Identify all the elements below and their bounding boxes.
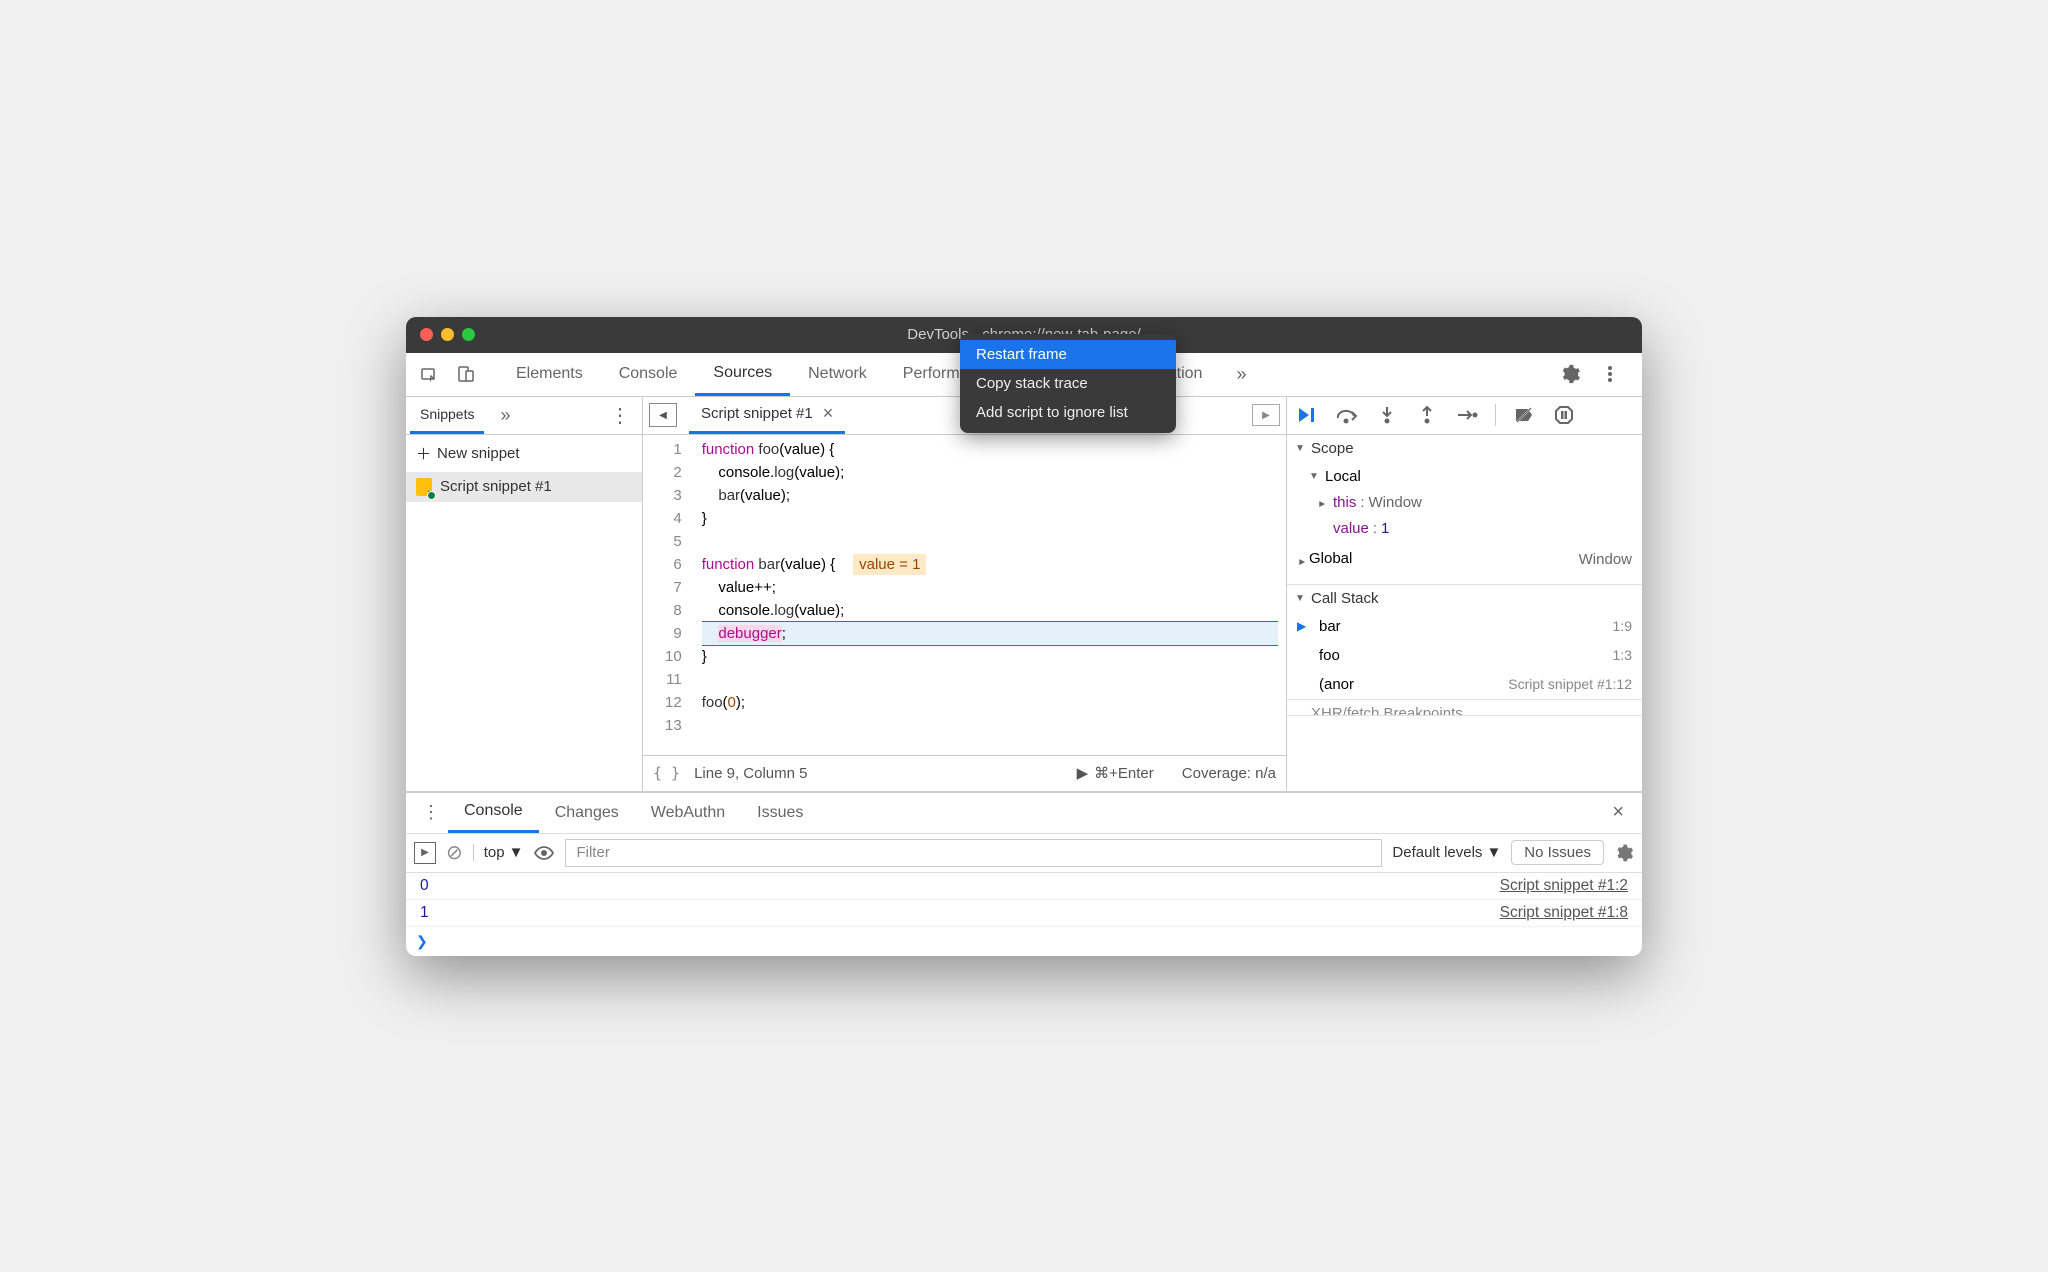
play-icon: ▶ (1077, 764, 1089, 782)
coverage-label: Coverage: n/a (1182, 765, 1276, 782)
drawer-tab-webauthn[interactable]: WebAuthn (635, 793, 741, 833)
resume-button[interactable] (1295, 403, 1319, 427)
sidebar-more-tabs-icon[interactable]: » (492, 405, 602, 426)
live-expression-icon[interactable] (533, 845, 555, 861)
console-log-row[interactable]: 1 Script snippet #1:8 (406, 900, 1642, 927)
ctx-add-ignore-list[interactable]: Add script to ignore list (960, 398, 1176, 427)
sidebar-menu-icon[interactable]: ⋮ (602, 403, 638, 428)
scope-local-row[interactable]: ▼Local (1287, 464, 1642, 490)
navigator-sidebar: Snippets » ⋮ ＋ New snippet Script snippe… (406, 397, 643, 791)
drawer-panel: ⋮ Console Changes WebAuthn Issues × ▶ ⊘ … (406, 791, 1642, 956)
tab-network[interactable]: Network (790, 353, 885, 396)
devtools-window: DevTools - chrome://new-tab-page/ Elemen… (406, 317, 1642, 956)
drawer-tab-console[interactable]: Console (448, 793, 539, 833)
minimize-window-button[interactable] (441, 328, 454, 341)
log-value: 0 (420, 877, 429, 895)
scope-var-value[interactable]: value: 1 (1287, 516, 1642, 542)
console-sidebar-toggle-icon[interactable]: ▶ (414, 842, 436, 864)
device-toolbar-icon[interactable] (448, 356, 484, 392)
ctx-copy-stack-trace[interactable]: Copy stack trace (960, 369, 1176, 398)
deactivate-breakpoints-button[interactable] (1512, 403, 1536, 427)
inspect-element-icon[interactable] (412, 356, 448, 392)
file-tab[interactable]: Script snippet #1 × (689, 397, 845, 434)
debugger-toolbar (1287, 397, 1642, 435)
scope-var-this[interactable]: ▼this: Window (1287, 490, 1642, 516)
tab-elements[interactable]: Elements (498, 353, 601, 396)
sources-panel: Snippets » ⋮ ＋ New snippet Script snippe… (406, 397, 1642, 791)
new-snippet-button[interactable]: ＋ New snippet (406, 435, 642, 472)
pause-on-exceptions-button[interactable] (1552, 403, 1576, 427)
toggle-navigator-icon[interactable]: ◀ (649, 403, 677, 427)
editor-statusbar: { } Line 9, Column 5 ▶ ⌘+Enter Coverage:… (643, 755, 1286, 791)
customize-menu-icon[interactable] (1592, 356, 1628, 392)
toggle-debugger-icon[interactable]: ▶ (1252, 404, 1280, 426)
log-levels-selector[interactable]: Default levels▼ (1392, 844, 1501, 861)
context-selector[interactable]: top▼ (473, 844, 524, 861)
scope-section-header[interactable]: ▼Scope (1287, 435, 1642, 462)
step-out-button[interactable] (1415, 403, 1439, 427)
log-source-link[interactable]: Script snippet #1:2 (1500, 877, 1628, 895)
cursor-position: Line 9, Column 5 (694, 765, 807, 782)
pretty-print-icon[interactable]: { } (653, 764, 680, 782)
snippet-item[interactable]: Script snippet #1 (406, 472, 642, 502)
plus-icon: ＋ (416, 443, 431, 464)
step-into-button[interactable] (1375, 403, 1399, 427)
run-snippet-button[interactable]: ▶ ⌘+Enter (1077, 764, 1154, 782)
close-window-button[interactable] (420, 328, 433, 341)
callstack-frame[interactable]: ▶bar1:9 (1287, 612, 1642, 641)
drawer-menu-icon[interactable]: ⋮ (414, 802, 448, 823)
log-source-link[interactable]: Script snippet #1:8 (1500, 904, 1628, 922)
code-area[interactable]: 12345678910111213 function foo(value) { … (643, 435, 1286, 755)
zoom-window-button[interactable] (462, 328, 475, 341)
code-body[interactable]: function foo(value) { console.log(value)… (694, 435, 1286, 755)
console-settings-gear-icon[interactable] (1614, 843, 1634, 863)
clear-console-icon[interactable]: ⊘ (446, 840, 463, 865)
close-tab-icon[interactable]: × (823, 403, 834, 424)
ctx-restart-frame[interactable]: Restart frame (960, 340, 1176, 369)
console-log-row[interactable]: 0 Script snippet #1:2 (406, 873, 1642, 900)
file-tab-label: Script snippet #1 (701, 405, 813, 422)
console-toolbar: ▶ ⊘ top▼ Filter Default levels▼ No Issue… (406, 833, 1642, 873)
step-button[interactable] (1455, 403, 1479, 427)
run-shortcut-label: ⌘+Enter (1094, 764, 1154, 782)
more-tabs-icon[interactable]: » (1228, 364, 1254, 385)
tab-console[interactable]: Console (601, 353, 696, 396)
scope-global-row[interactable]: ▼GlobalWindow (1287, 542, 1642, 578)
settings-gear-icon[interactable] (1552, 356, 1588, 392)
callstack-section-header[interactable]: ▼Call Stack (1287, 585, 1642, 612)
debugger-panel: ▼Scope ▼Local ▼this: Window value: 1 ▼Gl… (1287, 397, 1642, 791)
callstack-frame[interactable]: (anorScript snippet #1:12 (1287, 670, 1642, 699)
line-gutter: 12345678910111213 (643, 435, 694, 755)
close-drawer-icon[interactable]: × (1602, 801, 1634, 824)
xhr-breakpoints-header[interactable]: ▼XHR/fetch Breakpoints (1287, 700, 1642, 716)
callstack-frame[interactable]: foo1:3 (1287, 641, 1642, 670)
snippet-file-icon (416, 478, 432, 496)
new-snippet-label: New snippet (437, 445, 520, 462)
traffic-lights (420, 328, 475, 341)
sidebar-tab-snippets[interactable]: Snippets (410, 397, 484, 434)
drawer-tab-changes[interactable]: Changes (539, 793, 635, 833)
code-editor: ◀ Script snippet #1 × ▶ 1234567891011121… (643, 397, 1287, 791)
drawer-tab-issues[interactable]: Issues (741, 793, 819, 833)
console-prompt[interactable]: ❯ (406, 927, 1642, 956)
console-filter-input[interactable]: Filter (565, 839, 1382, 867)
context-menu: Restart frame Copy stack trace Add scrip… (960, 334, 1176, 433)
snippet-item-label: Script snippet #1 (440, 478, 552, 495)
log-value: 1 (420, 904, 429, 922)
tab-sources[interactable]: Sources (695, 353, 790, 396)
console-output: 0 Script snippet #1:2 1 Script snippet #… (406, 873, 1642, 956)
step-over-button[interactable] (1335, 403, 1359, 427)
no-issues-button[interactable]: No Issues (1511, 840, 1604, 865)
